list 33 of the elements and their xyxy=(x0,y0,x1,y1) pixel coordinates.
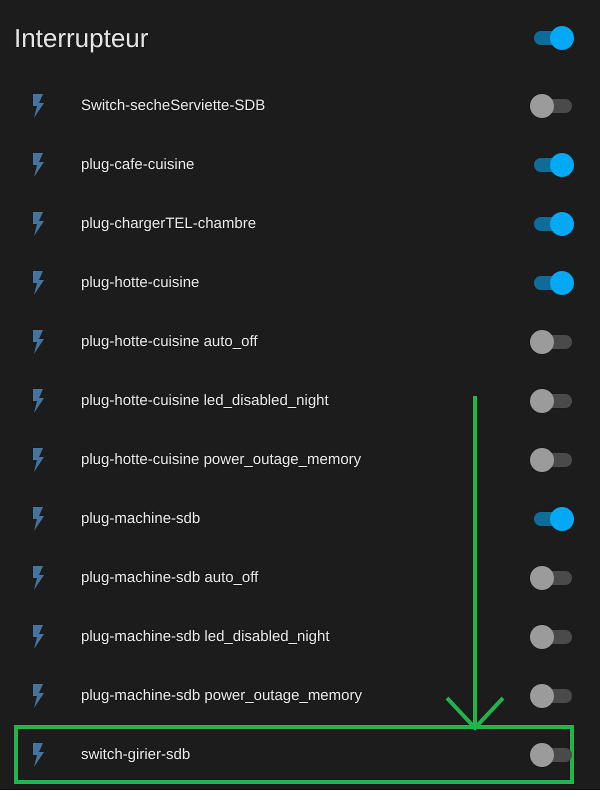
entity-name: switch-girier-sdb xyxy=(81,746,192,763)
entity-name: plug-hotte-cuisine led_disabled_night xyxy=(81,392,330,409)
lightning-bolt-icon xyxy=(31,684,45,708)
toggle-switch[interactable] xyxy=(530,742,574,766)
lightning-bolt-icon xyxy=(31,152,45,176)
toggle-switch[interactable] xyxy=(530,448,574,472)
lightning-bolt-icon xyxy=(31,506,45,530)
entity-name: plug-hotte-cuisine xyxy=(81,274,200,291)
toggle-switch[interactable] xyxy=(530,388,574,412)
lightning-bolt-icon xyxy=(31,212,45,236)
card-title: Interrupteur xyxy=(14,22,148,54)
lightning-bolt-icon xyxy=(31,388,45,412)
lightning-bolt-icon xyxy=(31,448,45,472)
entity-name: plug-machine-sdb power_outage_memory xyxy=(81,687,363,704)
entity-name: plug-hotte-cuisine auto_off xyxy=(81,333,259,350)
lightning-bolt-icon xyxy=(31,270,45,294)
lightning-bolt-icon xyxy=(31,742,45,766)
lightning-bolt-icon xyxy=(31,624,45,648)
lightning-bolt-icon xyxy=(31,566,45,590)
toggle-switch[interactable] xyxy=(530,624,574,648)
toggle-switch[interactable] xyxy=(530,684,574,708)
toggle-switch[interactable] xyxy=(530,330,574,354)
entity-name: plug-machine-sdb led_disabled_night xyxy=(81,628,331,645)
entity-name: plug-machine-sdb xyxy=(81,510,202,527)
entity-name: plug-machine-sdb auto_off xyxy=(81,569,260,586)
toggle-switch[interactable] xyxy=(530,566,574,590)
lightning-bolt-icon xyxy=(31,94,45,118)
lightning-bolt-icon xyxy=(31,330,45,354)
entity-name: Switch-secheServiette-SDB xyxy=(81,97,266,114)
entity-name: plug-cafe-cuisine xyxy=(81,156,196,173)
entity-name: plug-hotte-cuisine power_outage_memory xyxy=(81,451,362,468)
toggle-switch[interactable] xyxy=(530,94,574,118)
entity-name: plug-chargerTEL-chambre xyxy=(81,215,258,232)
